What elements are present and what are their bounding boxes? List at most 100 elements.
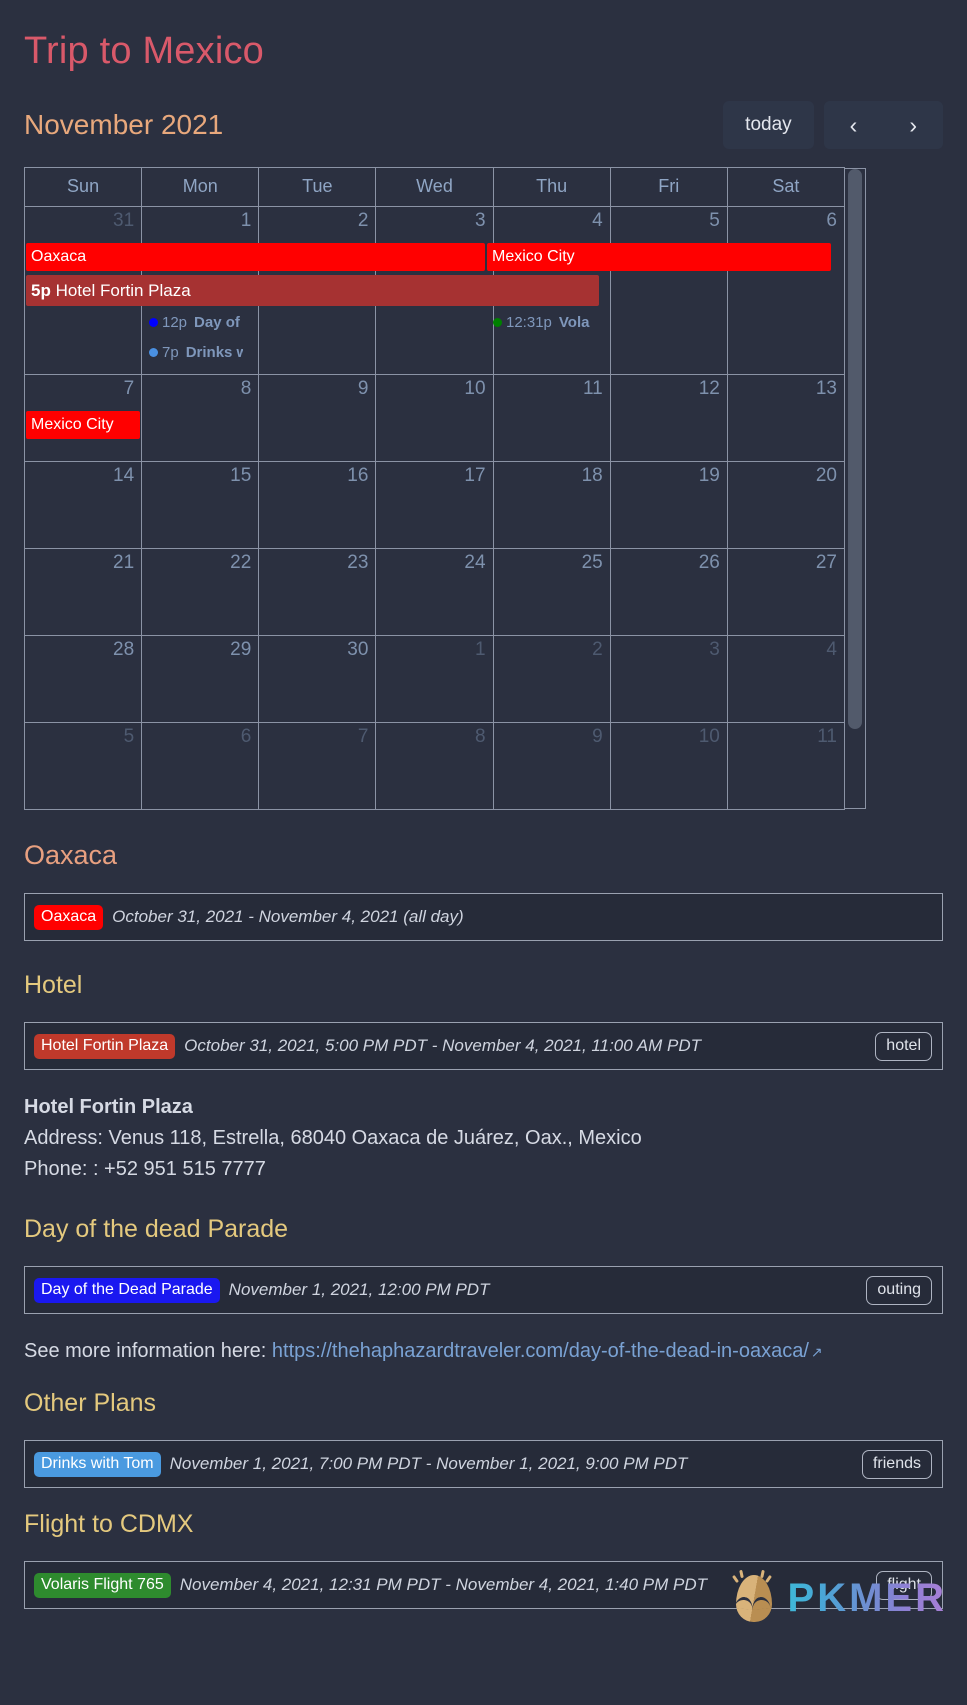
- today-button[interactable]: today: [723, 101, 814, 149]
- day-number: 8: [474, 726, 486, 747]
- calendar-week-6: 5 6 7 8 9 10 11: [25, 723, 845, 809]
- calendar-day-cell[interactable]: 29: [142, 636, 260, 722]
- event-chip-mexico-city[interactable]: Mexico City: [487, 243, 831, 271]
- event-date: November 1, 2021, 7:00 PM PDT - November…: [169, 1454, 688, 1473]
- section-heading-parade: Day of the dead Parade: [24, 1215, 289, 1243]
- parade-link-prefix: See more information here:: [24, 1340, 272, 1362]
- event-chip-mexico-city-week2[interactable]: Mexico City: [26, 411, 140, 439]
- day-number: 1: [240, 210, 252, 231]
- calendar-day-cell[interactable]: 11: [494, 375, 611, 461]
- calendar-day-cell[interactable]: 4: [728, 636, 845, 722]
- calendar-day-cell[interactable]: 12: [611, 375, 728, 461]
- calendar-body: 31 1 2 3 4 5 6 Oaxaca Mexico City 5p Hot…: [25, 207, 845, 809]
- calendar-day-cell[interactable]: 13: [728, 375, 845, 461]
- event-chip-label: 7p Drinks w: [145, 341, 243, 364]
- calendar-day-cell[interactable]: 21: [25, 549, 143, 635]
- event-title: Drinks w: [185, 344, 243, 361]
- calendar-day-cell[interactable]: 19: [611, 462, 728, 548]
- calendar-day-cell[interactable]: 7: [259, 723, 377, 809]
- calendar-day-cell[interactable]: 20: [728, 462, 845, 548]
- day-number: 31: [113, 210, 135, 231]
- event-row-parade[interactable]: Day of the Dead Parade November 1, 2021,…: [24, 1266, 943, 1314]
- calendar-day-cell[interactable]: 5: [25, 723, 143, 809]
- calendar-day-cell[interactable]: 9: [494, 723, 611, 809]
- calendar-day-cell[interactable]: 22: [142, 549, 260, 635]
- day-number: 9: [357, 378, 369, 399]
- calendar-day-cell[interactable]: 8: [376, 723, 494, 809]
- event-date: October 31, 2021 - November 4, 2021 (all…: [112, 907, 464, 926]
- event-dot-icon: [493, 318, 502, 327]
- calendar-day-cell[interactable]: 25: [494, 549, 611, 635]
- pkmer-egg-icon: [728, 1569, 780, 1627]
- calendar-day-cell[interactable]: 16: [259, 462, 377, 548]
- day-number: 10: [698, 726, 720, 747]
- calendar-nav-group: today ‹ ›: [723, 101, 943, 149]
- weekday-wed: Wed: [376, 168, 494, 206]
- day-number: 4: [826, 639, 837, 660]
- hotel-address-note: Address: Venus 118, Estrella, 68040 Oaxa…: [24, 1127, 642, 1149]
- day-number: 16: [347, 465, 369, 486]
- day-number: 18: [581, 465, 603, 486]
- day-number: 9: [592, 726, 603, 747]
- weekday-fri: Fri: [611, 168, 728, 206]
- prev-month-button[interactable]: ‹: [823, 101, 884, 149]
- calendar-day-cell[interactable]: 26: [611, 549, 728, 635]
- day-number: 21: [113, 552, 135, 573]
- section-heading-flight: Flight to CDMX: [24, 1510, 194, 1538]
- event-time: 7p: [162, 344, 179, 361]
- event-badge: Oaxaca: [34, 904, 104, 930]
- calendar-day-cell[interactable]: 9: [259, 375, 377, 461]
- calendar-day-cell[interactable]: 23: [259, 549, 377, 635]
- calendar-day-cell[interactable]: 15: [142, 462, 260, 548]
- day-number: 13: [815, 378, 837, 399]
- calendar-day-cell[interactable]: 6: [142, 723, 260, 809]
- calendar-day-cell[interactable]: 8: [142, 375, 260, 461]
- calendar-day-cell[interactable]: 5: [611, 207, 728, 374]
- calendar-day-cell[interactable]: 6: [728, 207, 845, 374]
- calendar-week-3: 14 15 16 17 18 19 20: [25, 462, 845, 549]
- event-row-hotel[interactable]: Hotel Fortin Plaza October 31, 2021, 5:0…: [24, 1022, 943, 1070]
- calendar-grid[interactable]: Sun Mon Tue Wed Thu Fri Sat 31 1 2 3 4 5…: [24, 167, 866, 810]
- calendar-day-cell[interactable]: 27: [728, 549, 845, 635]
- calendar-day-cell[interactable]: 18: [494, 462, 611, 548]
- day-number: 5: [123, 726, 135, 747]
- event-time: 5p: [31, 281, 51, 300]
- event-tag-friends[interactable]: friends: [861, 1449, 932, 1479]
- calendar-day-cell[interactable]: 24: [376, 549, 494, 635]
- page-title: Trip to Mexico: [24, 30, 265, 72]
- calendar-day-cell[interactable]: 28: [25, 636, 143, 722]
- event-chip-label: Mexico City: [487, 243, 831, 271]
- day-number: 23: [347, 552, 369, 573]
- event-row-oaxaca[interactable]: Oaxaca October 31, 2021 - November 4, 20…: [24, 893, 943, 941]
- calendar-scrollbar[interactable]: [845, 168, 866, 809]
- day-number: 1: [474, 639, 486, 660]
- event-chip-hotel[interactable]: 5p Hotel Fortin Plaza: [26, 275, 599, 306]
- calendar-day-cell[interactable]: 11: [728, 723, 845, 809]
- day-number: 6: [240, 726, 252, 747]
- calendar-day-cell[interactable]: 17: [376, 462, 494, 548]
- event-title: Vola: [558, 314, 590, 331]
- calendar-week-2: 7 8 9 10 11 12 13 Mexico City: [25, 375, 845, 462]
- event-tag-outing[interactable]: outing: [866, 1275, 932, 1305]
- calendar-day-cell[interactable]: 1: [376, 636, 494, 722]
- event-chip-oaxaca[interactable]: Oaxaca: [26, 243, 485, 271]
- calendar-week-1: 31 1 2 3 4 5 6 Oaxaca Mexico City 5p Hot…: [25, 207, 845, 375]
- event-chip-label: Mexico City: [26, 411, 140, 439]
- event-chip-drinks[interactable]: 7p Drinks w: [145, 341, 243, 364]
- calendar-week-4: 21 22 23 24 25 26 27: [25, 549, 845, 636]
- parade-external-link[interactable]: https://thehaphazardtraveler.com/day-of-…: [272, 1340, 809, 1362]
- event-date: November 1, 2021, 12:00 PM PDT: [228, 1280, 490, 1299]
- calendar-scrollbar-thumb[interactable]: [848, 169, 862, 729]
- calendar-day-cell[interactable]: 3: [611, 636, 728, 722]
- event-chip-flight[interactable]: 12:31p Vola: [489, 311, 599, 334]
- next-month-button[interactable]: ›: [883, 101, 943, 149]
- calendar-day-cell[interactable]: 14: [25, 462, 143, 548]
- event-chip-parade[interactable]: 12p Day of: [145, 311, 243, 334]
- event-row-drinks[interactable]: Drinks with Tom November 1, 2021, 7:00 P…: [24, 1440, 943, 1488]
- day-number: 30: [347, 639, 369, 660]
- calendar-day-cell[interactable]: 10: [611, 723, 728, 809]
- calendar-day-cell[interactable]: 2: [494, 636, 611, 722]
- calendar-day-cell[interactable]: 30: [259, 636, 377, 722]
- event-tag-hotel[interactable]: hotel: [875, 1031, 932, 1061]
- calendar-day-cell[interactable]: 10: [376, 375, 494, 461]
